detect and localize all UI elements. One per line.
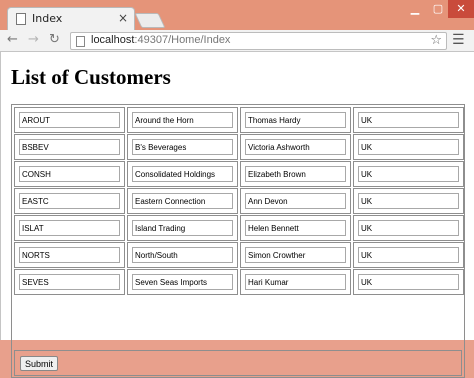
customer-table: Submit	[11, 104, 465, 378]
contact-field[interactable]	[245, 166, 346, 182]
company-field[interactable]	[132, 274, 233, 290]
forward-icon[interactable]: →	[28, 32, 39, 47]
table-cell	[14, 269, 125, 295]
country-field[interactable]	[358, 166, 459, 182]
table-cell	[127, 242, 238, 268]
table-cell	[14, 107, 125, 133]
submit-row: Submit	[14, 350, 462, 376]
company-field[interactable]	[132, 139, 233, 155]
maximize-button[interactable]: ▢	[428, 0, 448, 18]
company-field[interactable]	[132, 220, 233, 236]
table-cell	[127, 161, 238, 187]
table-cell	[14, 161, 125, 187]
contact-field[interactable]	[245, 139, 346, 155]
close-window-button[interactable]: ✕	[448, 0, 474, 18]
page-icon	[76, 36, 85, 47]
table-cell	[14, 134, 125, 160]
page-icon	[16, 13, 26, 25]
tab-index[interactable]: Index ×	[7, 7, 135, 31]
company-field[interactable]	[132, 193, 233, 209]
star-icon[interactable]: ☆	[430, 33, 442, 48]
url-path: :49307/Home/Index	[134, 34, 231, 46]
hamburger-menu-icon[interactable]: ☰	[452, 32, 465, 48]
country-field[interactable]	[358, 139, 459, 155]
table-cell	[240, 188, 351, 214]
contact-field[interactable]	[245, 112, 346, 128]
table-cell	[240, 107, 351, 133]
address-bar[interactable]: localhost:49307/Home/Index ☆	[70, 32, 447, 50]
id-field[interactable]	[19, 166, 120, 182]
country-field[interactable]	[358, 274, 459, 290]
browser-window: Index × ▁ ▢ ✕ ← → ↻ localhost:49307/Home…	[0, 0, 474, 378]
table-cell	[353, 215, 464, 241]
title-bar: Index × ▁ ▢ ✕	[0, 0, 474, 31]
table-cell	[127, 107, 238, 133]
country-field[interactable]	[358, 247, 459, 263]
table-cell	[240, 242, 351, 268]
table-cell	[14, 242, 125, 268]
back-icon[interactable]: ←	[7, 32, 18, 47]
page-content: List of Customers Submit	[0, 52, 474, 378]
country-field[interactable]	[358, 112, 459, 128]
contact-field[interactable]	[245, 247, 346, 263]
table-cell	[127, 188, 238, 214]
tab-title: Index	[32, 12, 63, 25]
minimize-button[interactable]: ▁	[404, 0, 426, 18]
contact-field[interactable]	[245, 193, 346, 209]
table-cell	[240, 161, 351, 187]
company-field[interactable]	[132, 166, 233, 182]
id-field[interactable]	[19, 112, 120, 128]
id-field[interactable]	[19, 220, 120, 236]
url-text: localhost:49307/Home/Index	[91, 34, 230, 46]
submit-button[interactable]: Submit	[20, 356, 59, 371]
table-cell	[14, 188, 125, 214]
table-cell	[240, 269, 351, 295]
table-cell	[353, 188, 464, 214]
reload-icon[interactable]: ↻	[49, 32, 60, 47]
page-title: List of Customers	[11, 65, 171, 89]
company-field[interactable]	[132, 112, 233, 128]
country-field[interactable]	[358, 220, 459, 236]
table-cell	[240, 215, 351, 241]
table-cell	[353, 107, 464, 133]
country-field[interactable]	[358, 193, 459, 209]
id-field[interactable]	[19, 193, 120, 209]
table-cell	[127, 215, 238, 241]
table-cell	[240, 134, 351, 160]
table-cell	[353, 161, 464, 187]
table-cell	[14, 215, 125, 241]
table-cell	[353, 269, 464, 295]
url-host: localhost	[91, 34, 135, 46]
company-field[interactable]	[132, 247, 233, 263]
id-field[interactable]	[19, 139, 120, 155]
table-cell	[127, 134, 238, 160]
contact-field[interactable]	[245, 274, 346, 290]
table-cell	[353, 242, 464, 268]
browser-toolbar: ← → ↻ localhost:49307/Home/Index ☆ ☰	[0, 30, 474, 52]
id-field[interactable]	[19, 247, 120, 263]
new-tab-button[interactable]	[134, 13, 166, 28]
close-tab-icon[interactable]: ×	[118, 11, 128, 25]
contact-field[interactable]	[245, 220, 346, 236]
id-field[interactable]	[19, 274, 120, 290]
table-cell	[353, 134, 464, 160]
table-cell	[127, 269, 238, 295]
